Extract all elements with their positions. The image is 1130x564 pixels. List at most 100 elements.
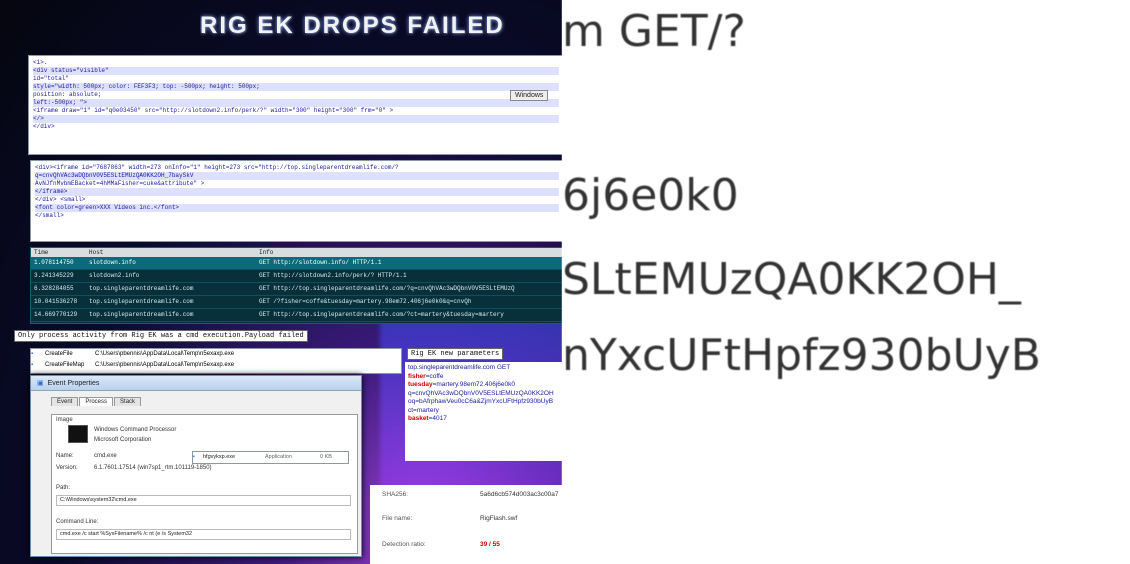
param-line: oq=bAfrphawVeu0cC6a&ZjmYxcUFtHpfz930bUyB	[408, 398, 554, 405]
pcap-cell: 10.041536278	[34, 298, 78, 305]
caption-process-activity: Only process activity from Rig EK was a …	[14, 330, 308, 342]
detection-label: Detection ratio:	[382, 541, 426, 548]
event-properties-window: ▣ Event Properties Event Process Stack I…	[30, 375, 362, 557]
code-line: </div> <small>	[35, 196, 86, 203]
version-value: 6.1.7601.17514 (win7sp1_rtm.101119-1850)	[94, 465, 212, 471]
code-text-2: <div><iframe id="7687863" width=273 onIn…	[31, 161, 562, 223]
collage-left-panel: RIG EK DROPS FAILED <i>. <div status="vis…	[0, 0, 562, 564]
pcap-header-host: Host	[89, 249, 104, 256]
pcap-cell: top.singleparentdreamlife.com	[89, 285, 194, 292]
param-value: =coffe	[425, 372, 444, 380]
pcap-cell: top.singleparentdreamlife.com	[89, 311, 194, 318]
code-line: id="total"	[33, 75, 70, 82]
cmdline-label: Command Line:	[56, 519, 99, 525]
pcap-row[interactable]: 1.078114750 slotdown.info GET http://slo…	[31, 257, 562, 270]
file-popup: ▪ hfgvykxp.exe Application 0 KB	[192, 451, 349, 464]
param-line: basket=4017	[408, 415, 562, 424]
code-line: <font color=green>XXX Videos inc.</font>	[35, 204, 559, 212]
packet-capture-table: Time Host Info 1.078114750 slotdown.info…	[30, 247, 562, 324]
pcap-cell: GET http://slotdown.info/ HTTP/1.1	[259, 259, 382, 266]
pcap-cell: GET http://top.singleparentdreamlife.com…	[259, 311, 504, 318]
name-value: cmd.exe	[94, 453, 117, 459]
pcap-cell: GET http://slotdown2.info/perk/? HTTP/1.…	[259, 272, 407, 279]
param-line: q=cnvQhVAc3wDQbnV0V5ESLtEMUzQA0KK2OH	[408, 389, 554, 397]
param-line: tuesday=martery.98em72.406j6e0k0	[408, 381, 562, 390]
code-line: q=cnvQhVAc3wDQbnV0V5ESLtEMUzQA0KK2OH_7ba…	[35, 172, 559, 180]
tab-process[interactable]: Process	[79, 397, 114, 406]
pcap-cell: 6.328284055	[34, 285, 74, 292]
windows-pill[interactable]: Windows	[510, 90, 549, 101]
code-panel-div: <div><iframe id="7687863" width=273 onIn…	[30, 160, 562, 242]
param-line: ct=martery	[408, 406, 439, 414]
image-name: Windows Command Processor	[94, 427, 177, 433]
code-panel-iframe: <i>. <div status="visible" id="total" style…	[28, 55, 562, 155]
filename-label: File name:	[382, 515, 413, 522]
window-tabs: Event Process Stack	[51, 397, 361, 406]
zoomed-url-panel: m GET/? 6j6e0k0 SLtEMUzQA0KK2OH_ nYxcUFt…	[562, 0, 1130, 564]
version-label: Version:	[56, 465, 78, 471]
code-line: <i>.	[33, 59, 48, 66]
path-field[interactable]: C:\Windows\system32\cmd.exe	[56, 495, 351, 506]
param-line: top.singleparentdreamlife.com GET	[408, 364, 511, 371]
code-line: </>	[33, 115, 559, 123]
popup-file-type: Application	[265, 454, 292, 460]
pcap-header: Time Host Info	[31, 248, 562, 257]
app-icon: ▪	[193, 454, 195, 460]
code-line: </div>	[33, 123, 55, 130]
virustotal-summary: SHA256: 5a6d6cb574d003ac3c00a7 File name…	[370, 485, 562, 564]
pcap-row[interactable]: 3.241345229 slotdown2.info GET http://sl…	[31, 270, 562, 283]
param-key: basket	[408, 415, 429, 422]
pcap-row[interactable]: 14.669770129 top.singleparentdreamlife.c…	[31, 309, 562, 322]
window-titlebar[interactable]: ▣ Event Properties	[31, 376, 361, 391]
zoom-line-tuesday: 6j6e0k0	[562, 170, 739, 221]
proc-path: C:\Users\pbennis\AppData\Local\Temp\n5ex…	[95, 351, 235, 357]
image-label: Image	[56, 417, 73, 423]
caption-new-parameters: Rig EK new parameters	[407, 348, 504, 360]
window-icon: ▣	[37, 380, 44, 387]
pcap-row[interactable]: 6.328284055 top.singleparentdreamlife.co…	[31, 283, 562, 296]
pcap-row[interactable]: 10.041536278 top.singleparentdreamlife.c…	[31, 296, 562, 309]
param-value: =4017	[428, 415, 447, 422]
cmd-icon	[68, 425, 88, 443]
proc-op: CreateFile	[45, 351, 73, 357]
code-line: style="width: 500px; color: FEF3F3; top:…	[33, 83, 559, 91]
collage-title: RIG EK DROPS FAILED	[200, 12, 505, 39]
company-name: Microsoft Corporation	[94, 437, 152, 443]
pcap-cell: slotdown.info	[89, 259, 136, 266]
code-text-1: <i>. <div status="visible" id="total" style…	[29, 56, 562, 134]
tab-stack[interactable]: Stack	[114, 397, 142, 406]
window-title: Event Properties	[47, 379, 100, 387]
code-line: <div status="visible"	[33, 67, 559, 75]
pcap-cell: GET /?fisher=coffe&tuesday=martery.98em7…	[259, 298, 472, 305]
cmdline-field[interactable]: cmd.exe /c start %SysFilename% /c nt (e …	[56, 529, 351, 540]
code-line: AvNJfnMvbmEBacket=4hMMaFisher=cuke&attri…	[35, 180, 205, 187]
code-line: position: absolute;	[33, 91, 102, 98]
param-key: fisher	[408, 372, 426, 380]
pcap-cell: 14.669770129	[34, 311, 78, 318]
process-monitor-list: ▪ CreateFile C:\Users\pbennis\AppData\Lo…	[30, 348, 402, 374]
popup-file-name: hfgvykxp.exe	[203, 454, 236, 460]
name-label: Name:	[56, 453, 74, 459]
detection-value: 39 / 55	[480, 541, 500, 548]
rig-ek-parameters: top.singleparentdreamlife.com GET fisher=…	[405, 362, 562, 461]
process-tab-body: Image Windows Command Processor Microsof…	[51, 414, 358, 554]
pcap-cell: 1.078114750	[34, 259, 74, 266]
code-line: <div><iframe id="7687863" width=273 onIn…	[35, 164, 399, 171]
sha256-label: SHA256:	[382, 491, 409, 498]
proc-path: C:\Users\pbennis\AppData\Local\Temp\n5ex…	[95, 362, 235, 368]
proc-row[interactable]: ▪ CreateFileMap C:\Users\pbennis\AppData…	[31, 360, 401, 371]
code-line: </iframe>	[35, 188, 559, 196]
param-line: fisher=coffe	[408, 373, 562, 382]
proc-row[interactable]: ▪ CreateFile C:\Users\pbennis\AppData\Lo…	[31, 349, 401, 360]
pcap-header-info: Info	[259, 249, 274, 256]
tab-event[interactable]: Event	[51, 397, 79, 406]
proc-op: CreateFileMap	[45, 362, 85, 368]
pcap-cell: GET http://top.singleparentdreamlife.com…	[259, 285, 515, 292]
zoom-line-get: m GET/?	[562, 6, 746, 57]
param-value: =martery.98em72.406j6e0k0	[432, 381, 516, 388]
zoom-line-oq: nYxcUFtHpfz930bUyB	[562, 330, 1041, 381]
pcap-cell: top.singleparentdreamlife.com	[89, 298, 194, 305]
code-line: left:-500px; ">	[33, 99, 559, 107]
pcap-header-time: Time	[34, 249, 49, 256]
sha256-value: 5a6d6cb574d003ac3c00a7	[480, 491, 559, 498]
